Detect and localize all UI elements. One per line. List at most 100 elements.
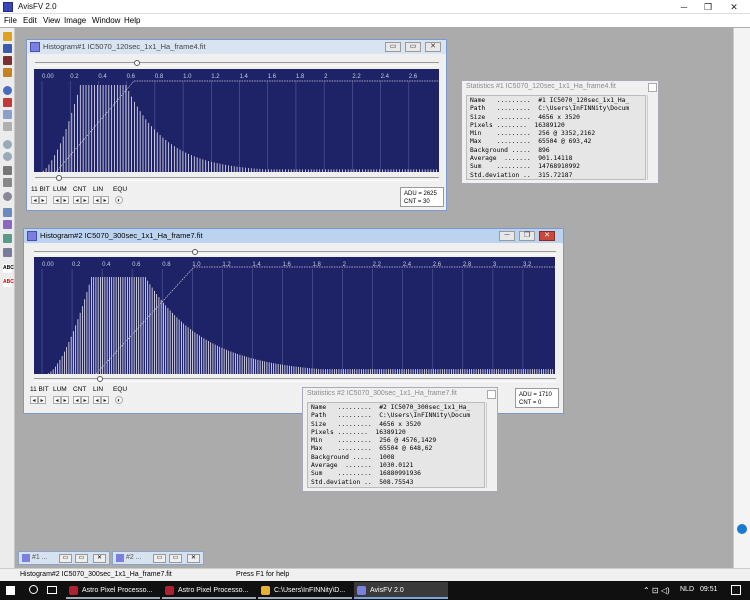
- histogram-icon[interactable]: [3, 208, 12, 217]
- notifications-icon[interactable]: [731, 585, 741, 595]
- task-view-icon[interactable]: [47, 586, 57, 594]
- histogram-1-svg: 0.00 0.2 0.4 0.6 0.8 1.0 1.2 1.4 1.6 1.8 2 2.2 2.4 2.…: [41, 74, 439, 172]
- taskbar-app-2[interactable]: Astro Pixel Processo...: [162, 582, 256, 599]
- save-icon[interactable]: [3, 44, 12, 53]
- target-icon[interactable]: [3, 192, 12, 201]
- histogram-bar: [57, 149, 58, 172]
- refresh-icon[interactable]: [3, 86, 12, 95]
- clock[interactable]: 09:51: [700, 586, 718, 593]
- stretch-icon[interactable]: [3, 220, 12, 229]
- start-icon[interactable]: [6, 586, 15, 595]
- histogram-bar: [52, 369, 54, 374]
- minimize-button[interactable]: ─: [499, 231, 515, 241]
- close-button[interactable]: ✕: [93, 554, 106, 563]
- lin-right-button[interactable]: ▸: [101, 196, 109, 204]
- restore-button[interactable]: ❐: [519, 231, 535, 241]
- cnt-right-button[interactable]: ▸: [81, 196, 89, 204]
- zoom-in-icon[interactable]: [3, 140, 12, 149]
- restore-button[interactable]: ▭: [59, 554, 72, 563]
- restore-button[interactable]: ▭: [405, 42, 421, 52]
- equ-toggle-icon[interactable]: ◐: [115, 196, 123, 204]
- histogram-2-title-bar[interactable]: Histogram#2 IC5070_300sec_1x1_Ha_frame7.…: [24, 229, 563, 243]
- slider-knob[interactable]: [134, 60, 140, 66]
- open-folder-icon[interactable]: [3, 32, 12, 41]
- histogram-bar: [500, 369, 502, 374]
- maximize-button[interactable]: ❐: [696, 1, 720, 13]
- slider-knob[interactable]: [192, 249, 198, 255]
- search-icon[interactable]: [29, 585, 38, 594]
- maximize-button[interactable]: ▭: [169, 554, 182, 563]
- statistics-1-scrollbar[interactable]: [647, 95, 656, 180]
- lin-left-button[interactable]: ◂: [93, 196, 101, 204]
- bit-left-button[interactable]: ◂: [31, 196, 39, 204]
- statistics-2-scrollbar[interactable]: [486, 402, 495, 488]
- lin-right-button[interactable]: ▸: [101, 396, 109, 404]
- cnt-left-button[interactable]: ◂: [73, 396, 81, 404]
- close-button[interactable]: ✕: [187, 554, 200, 563]
- tray-icons[interactable]: ⌃ ⊡ ◁): [643, 586, 670, 595]
- histogram-bar: [114, 85, 115, 172]
- cnt-left-button[interactable]: ◂: [73, 196, 81, 204]
- zoom-out-icon[interactable]: [3, 152, 12, 161]
- menu-edit[interactable]: Edit: [23, 16, 37, 25]
- menu-window[interactable]: Window: [92, 16, 120, 25]
- histogram-2-bottom-slider[interactable]: [34, 376, 556, 382]
- close-button[interactable]: ✕: [425, 42, 441, 52]
- restore-button[interactable]: ▭: [153, 554, 166, 563]
- close-box[interactable]: [487, 390, 496, 399]
- lum-left-button[interactable]: ◂: [53, 196, 61, 204]
- equ-toggle-icon[interactable]: ◐: [115, 396, 123, 404]
- paste-icon[interactable]: [3, 122, 12, 131]
- minimize-button[interactable]: ─: [672, 1, 696, 13]
- language-indicator[interactable]: NLD: [680, 586, 694, 593]
- grid-icon[interactable]: [3, 178, 12, 187]
- histogram-window-1[interactable]: Histogram#1 IC5070_120sec_1x1_Ha_frame4.…: [26, 39, 447, 211]
- histogram-2-top-slider[interactable]: [34, 249, 556, 255]
- cnt-right-button[interactable]: ▸: [81, 396, 89, 404]
- statistics-window-1[interactable]: Statistics #1 IC5070_120sec_1x1_Ha_frame…: [461, 80, 659, 184]
- histogram-bar: [88, 85, 90, 172]
- folder-icon[interactable]: [3, 68, 12, 77]
- histogram-bar: [550, 369, 551, 374]
- display-icon[interactable]: [3, 166, 12, 175]
- menu-image[interactable]: Image: [64, 16, 86, 25]
- histogram-bar: [199, 335, 200, 374]
- close-button[interactable]: ✕: [539, 231, 555, 241]
- taskbar-app-3[interactable]: C:\Users\InFINNity\D...: [258, 582, 352, 599]
- histogram-1-top-slider[interactable]: [35, 60, 439, 66]
- statistics-icon[interactable]: [3, 248, 12, 257]
- lin-left-button[interactable]: ◂: [93, 396, 101, 404]
- lum-right-button[interactable]: ▸: [61, 196, 69, 204]
- lum-right-button[interactable]: ▸: [61, 396, 69, 404]
- bit-right-button[interactable]: ▸: [39, 196, 47, 204]
- copy-icon[interactable]: [3, 110, 12, 119]
- abc-icon[interactable]: ABC: [3, 264, 14, 273]
- histogram-bar: [413, 169, 415, 172]
- minimize-button[interactable]: ▭: [385, 42, 401, 52]
- histogram-1-bottom-slider[interactable]: [35, 175, 439, 181]
- sync-icon[interactable]: [737, 524, 747, 534]
- statistics-window-2[interactable]: Statistics #2 IC5070_300sec_1x1_Ha_frame…: [302, 387, 498, 492]
- cut-icon[interactable]: [3, 98, 12, 107]
- close-button[interactable]: ✕: [722, 1, 746, 13]
- minimized-window-2[interactable]: #2 ... ▭ ▭ ✕: [112, 551, 204, 565]
- abc-edit-icon[interactable]: ABC: [3, 278, 14, 287]
- menu-view[interactable]: View: [43, 16, 60, 25]
- slider-knob[interactable]: [56, 175, 62, 181]
- save-all-icon[interactable]: [3, 56, 12, 65]
- bit-right-button[interactable]: ▸: [38, 396, 46, 404]
- taskbar-app-4[interactable]: AvisFV 2.0: [354, 582, 448, 599]
- close-box[interactable]: [648, 83, 657, 92]
- lum-left-button[interactable]: ◂: [53, 396, 61, 404]
- slider-knob[interactable]: [97, 376, 103, 382]
- maximize-button[interactable]: ▭: [75, 554, 88, 563]
- menu-file[interactable]: File: [4, 16, 17, 25]
- menu-help[interactable]: Help: [124, 16, 140, 25]
- histogram-bar: [82, 306, 83, 374]
- taskbar-app-1[interactable]: Astro Pixel Processo...: [66, 582, 160, 599]
- minimized-window-1[interactable]: #1 ... ▭ ▭ ✕: [18, 551, 110, 565]
- histogram-1-title-bar[interactable]: Histogram#1 IC5070_120sec_1x1_Ha_frame4.…: [27, 40, 446, 54]
- bit-left-button[interactable]: ◂: [30, 396, 38, 404]
- histogram-bar: [45, 168, 47, 172]
- curve-icon[interactable]: [3, 234, 12, 243]
